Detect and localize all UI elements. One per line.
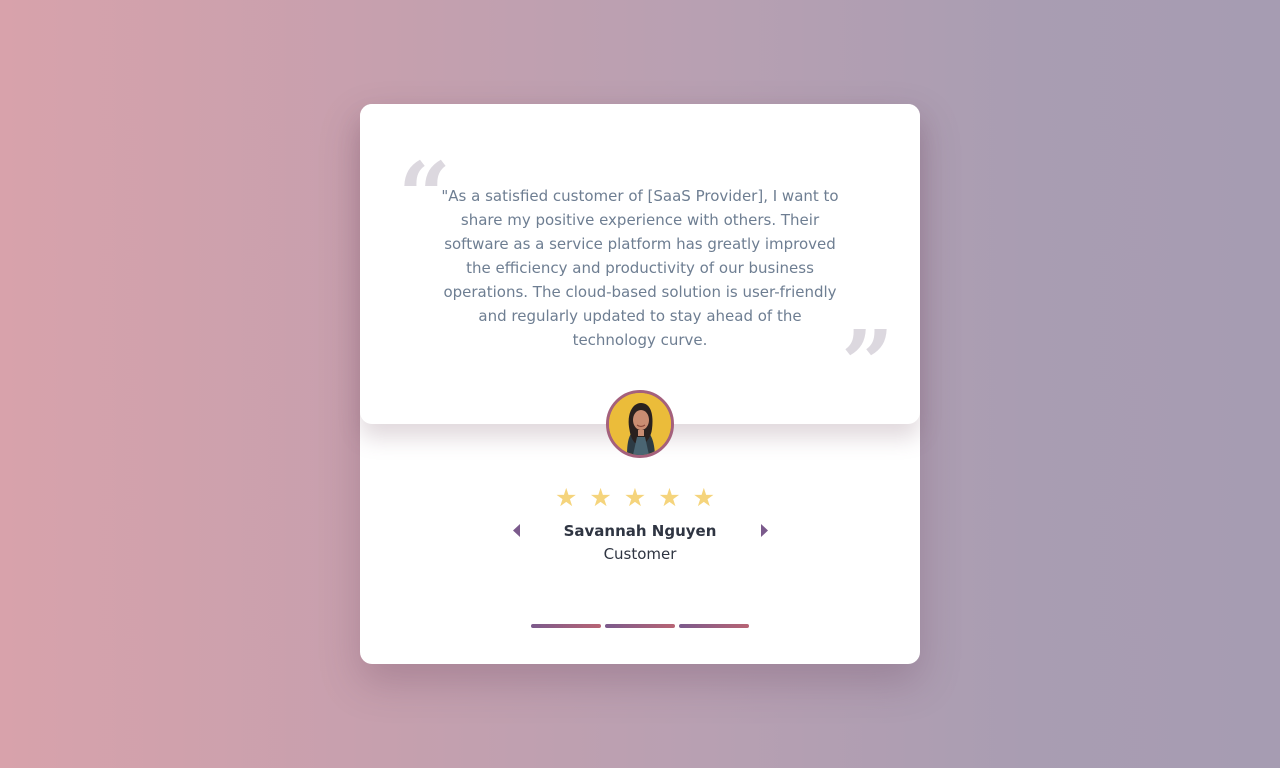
quote-panel: “ "As a satisfied customer of [SaaS Prov… [360, 104, 920, 424]
avatar [606, 390, 674, 458]
customer-role: Customer [603, 545, 677, 563]
star-icon: ★ [692, 483, 726, 512]
testimonial-text: "As a satisfied customer of [SaaS Provid… [441, 187, 839, 349]
avatar-portrait-icon [609, 393, 671, 455]
star-icon: ★ [554, 483, 588, 512]
star-icon: ★ [589, 483, 622, 512]
pagination-dot[interactable] [605, 624, 675, 628]
testimonial-card: “ "As a satisfied customer of [SaaS Prov… [360, 104, 920, 664]
next-button[interactable] [757, 523, 771, 539]
star-icon: ★ [623, 483, 657, 512]
caret-right-icon [761, 524, 768, 537]
close-quote-icon: ” [841, 310, 894, 418]
customer-name: Savannah Nguyen [563, 522, 717, 540]
pagination-dot[interactable] [679, 624, 749, 628]
star-icon: ★ [658, 483, 691, 512]
pagination-dot[interactable] [531, 624, 601, 628]
pagination [531, 624, 749, 628]
star-rating: ★★★★★ [360, 485, 920, 510]
